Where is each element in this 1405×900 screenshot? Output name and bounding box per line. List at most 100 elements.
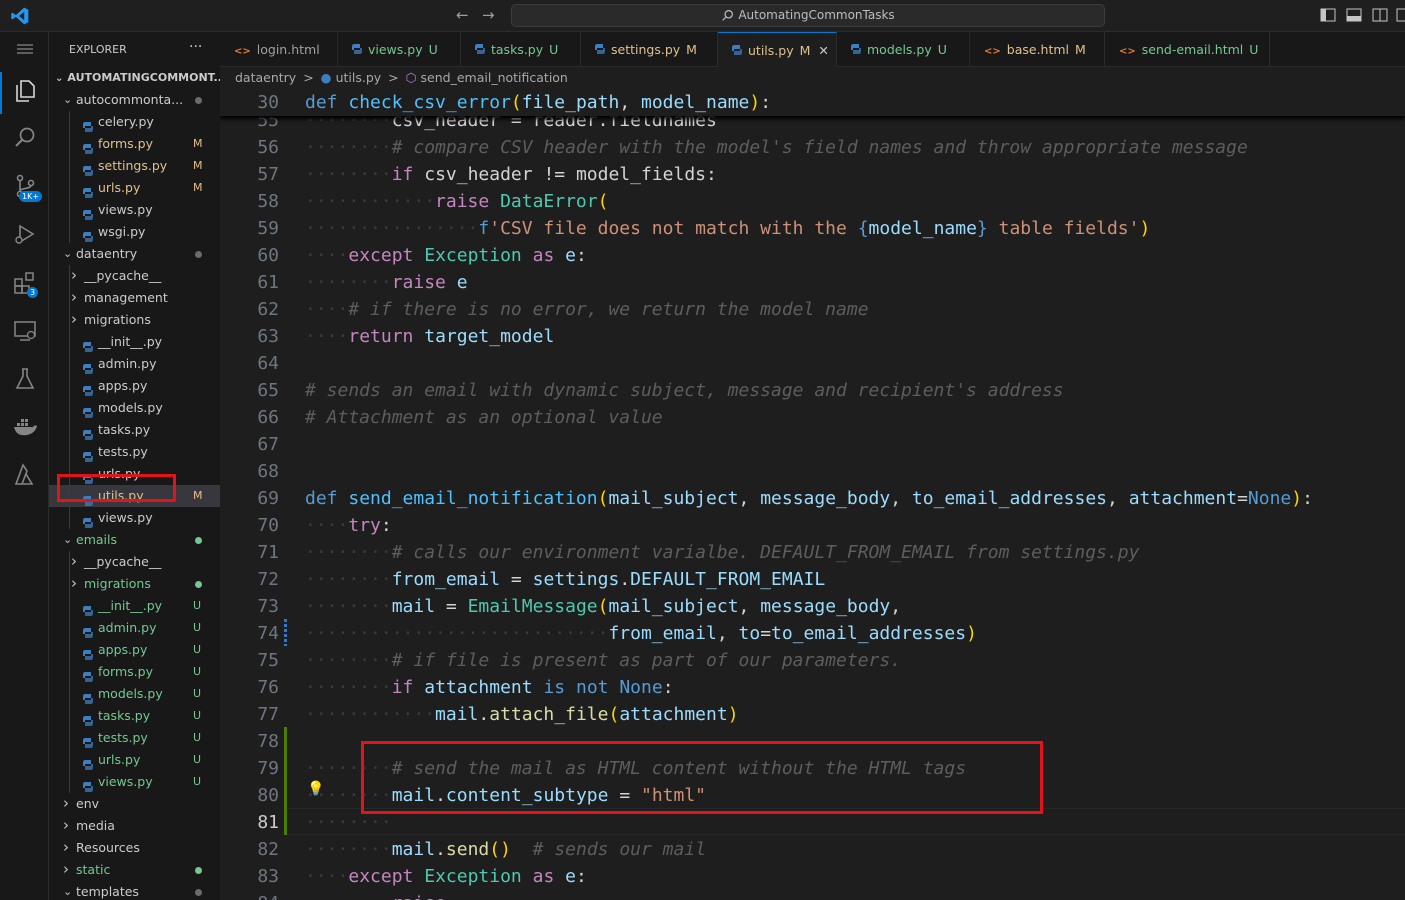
tree-file[interactable]: celery.py — [49, 111, 220, 133]
tree-file[interactable]: settings.py M — [49, 155, 220, 177]
tree-file[interactable]: wsgi.py — [49, 221, 220, 243]
tree-file[interactable]: forms.py M — [49, 133, 220, 155]
breadcrumb-symbol[interactable]: send_email_notification — [421, 70, 568, 85]
tree-file[interactable]: views.py — [49, 507, 220, 529]
tree-file[interactable]: tasks.py — [49, 419, 220, 441]
tree-file[interactable]: models.py — [49, 397, 220, 419]
code-line[interactable]: 72 ········from_email = settings.DEFAULT_… — [220, 566, 1405, 593]
tree-file[interactable]: urls.py M — [49, 177, 220, 199]
code-line[interactable]: 57 ········if csv_header != model_fields: — [220, 161, 1405, 188]
tab-utils-py[interactable]: utils.py M ✕ — [718, 32, 837, 67]
tree-folder[interactable]: › __pycache__ — [49, 551, 220, 573]
tree-folder[interactable]: › migrations — [49, 309, 220, 331]
tree-file[interactable]: views.py U — [49, 771, 220, 793]
tree-folder[interactable]: › env — [49, 793, 220, 815]
tree-file[interactable]: models.py U — [49, 683, 220, 705]
tree-file[interactable]: __init__.py — [49, 331, 220, 353]
tree-folder[interactable]: › __pycache__ — [49, 265, 220, 287]
code-line[interactable]: 77 ············mail.attach_file(attachmen… — [220, 701, 1405, 728]
code-line[interactable]: 78 — [220, 728, 1405, 755]
tab-models-py[interactable]: models.py U — [837, 32, 970, 67]
code-line[interactable]: 64 — [220, 350, 1405, 377]
tree-folder[interactable]: › static — [49, 859, 220, 881]
customize-layout-icon[interactable] — [1396, 8, 1405, 22]
azure-icon[interactable] — [12, 462, 38, 488]
tab-settings-py[interactable]: settings.py M — [581, 32, 718, 67]
tree-file[interactable]: urls.py U — [49, 749, 220, 771]
tree-file[interactable]: apps.py — [49, 375, 220, 397]
tree-file[interactable]: tests.py — [49, 441, 220, 463]
menu-icon[interactable] — [14, 40, 36, 58]
tree-file[interactable]: apps.py U — [49, 639, 220, 661]
tree-folder[interactable]: ⌄ templates — [49, 881, 220, 900]
code-line[interactable]: 30 def check_csv_error(file_path, model_n… — [220, 89, 1405, 116]
code-line[interactable]: 58 ············raise DataError( — [220, 188, 1405, 215]
tree-file[interactable]: __init__.py U — [49, 595, 220, 617]
code-line[interactable]: 73 ········mail = EmailMessage(mail_subje… — [220, 593, 1405, 620]
code-line[interactable]: 67 — [220, 431, 1405, 458]
tree-folder[interactable]: › management — [49, 287, 220, 309]
toggle-secondary-sidebar-icon[interactable] — [1372, 8, 1388, 22]
workspace-section-header[interactable]: ⌄ AUTOMATINGCOMMONT... — [49, 67, 220, 89]
code-line[interactable]: 69 def send_email_notification(mail_subje… — [220, 485, 1405, 512]
more-actions-icon[interactable]: ··· — [189, 39, 202, 55]
breadcrumb-folder[interactable]: dataentry — [235, 70, 296, 85]
remote-explorer-icon[interactable] — [12, 318, 38, 344]
close-tab-icon[interactable]: ✕ — [818, 43, 828, 58]
forward-arrow-icon[interactable]: → — [482, 6, 495, 24]
tree-file[interactable]: admin.py U — [49, 617, 220, 639]
tree-folder[interactable]: ⌄ dataentry — [49, 243, 220, 265]
code-line[interactable]: 79 ········# send the mail as HTML conten… — [220, 755, 1405, 782]
code-line[interactable]: 75 ········# if file is present as part o… — [220, 647, 1405, 674]
code-line[interactable]: 84 ········raise — [220, 890, 1405, 900]
code-line[interactable]: 68 — [220, 458, 1405, 485]
toggle-panel-icon[interactable] — [1346, 8, 1362, 22]
code-line[interactable]: 61 ········raise e — [220, 269, 1405, 296]
code-line[interactable]: 63 ····return target_model — [220, 323, 1405, 350]
tree-file[interactable]: views.py — [49, 199, 220, 221]
tab-base-html[interactable]: <> base.html M — [970, 32, 1105, 67]
code-editor[interactable]: 💡 55 ········csv_header = reader.fieldnam… — [220, 89, 1405, 900]
tab-views-py[interactable]: views.py U — [338, 32, 461, 67]
tab-tasks-py[interactable]: tasks.py U — [461, 32, 581, 67]
code-line[interactable]: 60 ····except Exception as e: — [220, 242, 1405, 269]
code-line[interactable]: 83 ····except Exception as e: — [220, 863, 1405, 890]
code-line[interactable]: 74 ····························from_email… — [220, 620, 1405, 647]
tree-folder[interactable]: ⌄ autocommonta... — [49, 89, 220, 111]
tree-file[interactable]: tests.py U — [49, 727, 220, 749]
tree-folder[interactable]: › media — [49, 815, 220, 837]
line-number: 73 — [257, 596, 279, 617]
back-arrow-icon[interactable]: ← — [456, 6, 469, 24]
code-line[interactable]: 76 ········if attachment is not None: — [220, 674, 1405, 701]
tree-file[interactable]: admin.py — [49, 353, 220, 375]
code-token: , — [716, 623, 739, 644]
code-line[interactable]: 82 ········mail.send() # sends our mail — [220, 836, 1405, 863]
search-view-icon[interactable] — [12, 125, 38, 151]
tree-file[interactable]: tasks.py U — [49, 705, 220, 727]
code-line[interactable]: 66 # Attachment as an optional value — [220, 404, 1405, 431]
code-line[interactable]: 70 ····try: — [220, 512, 1405, 539]
code-token: # compare CSV header with the model's fi… — [391, 137, 1248, 158]
code-line[interactable]: 62 ····# if there is no error, we return … — [220, 296, 1405, 323]
testing-icon[interactable] — [12, 366, 38, 392]
tree-folder[interactable]: › Resources — [49, 837, 220, 859]
tab-login-html[interactable]: <> login.html — [220, 32, 338, 67]
code-line[interactable]: 56 ········# compare CSV header with the … — [220, 134, 1405, 161]
chevron-right-icon: › — [71, 288, 77, 306]
code-line[interactable]: 81 ········ — [220, 809, 1405, 836]
tab-send-email-html[interactable]: <> send-email.html U — [1105, 32, 1270, 67]
vscode-logo-icon[interactable] — [10, 6, 30, 26]
explorer-icon[interactable] — [12, 78, 38, 104]
tree-folder[interactable]: ⌄ emails — [49, 529, 220, 551]
run-debug-icon[interactable] — [12, 221, 38, 247]
breadcrumb-file[interactable]: utils.py — [336, 70, 382, 85]
code-line[interactable]: 71 ········# calls our environment varial… — [220, 539, 1405, 566]
code-line[interactable]: 80 ········mail.content_subtype = "html" — [220, 782, 1405, 809]
code-line[interactable]: 65 # sends an email with dynamic subject,… — [220, 377, 1405, 404]
tree-folder[interactable]: › migrations — [49, 573, 220, 595]
command-center-search[interactable]: AutomatingCommonTasks — [511, 4, 1105, 27]
code-line[interactable]: 59 ················f'CSV file does not ma… — [220, 215, 1405, 242]
docker-icon[interactable] — [12, 414, 38, 440]
toggle-primary-sidebar-icon[interactable] — [1320, 8, 1336, 22]
tree-file[interactable]: forms.py U — [49, 661, 220, 683]
